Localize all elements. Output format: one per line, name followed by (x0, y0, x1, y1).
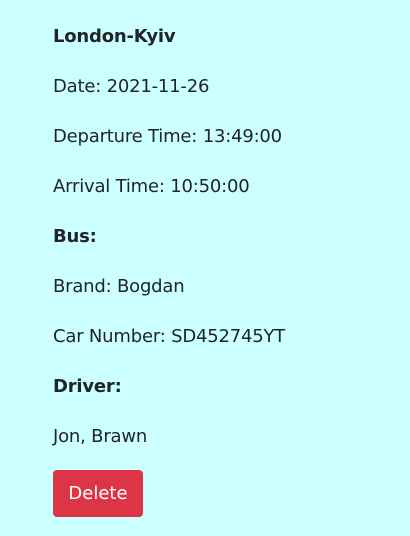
driver-name: Jon, Brawn (53, 426, 148, 447)
arrival-time: Arrival Time: 10:50:00 (53, 176, 250, 197)
trip-date: Date: 2021-11-26 (53, 76, 210, 97)
bus-heading: Bus: (53, 226, 97, 247)
delete-button[interactable]: Delete (53, 470, 143, 517)
route-title: London-Kyiv (53, 26, 176, 47)
bus-brand: Brand: Bogdan (53, 276, 185, 297)
departure-time: Departure Time: 13:49:00 (53, 126, 282, 147)
bus-car-number: Car Number: SD452745YT (53, 326, 286, 347)
driver-heading: Driver: (53, 376, 122, 397)
